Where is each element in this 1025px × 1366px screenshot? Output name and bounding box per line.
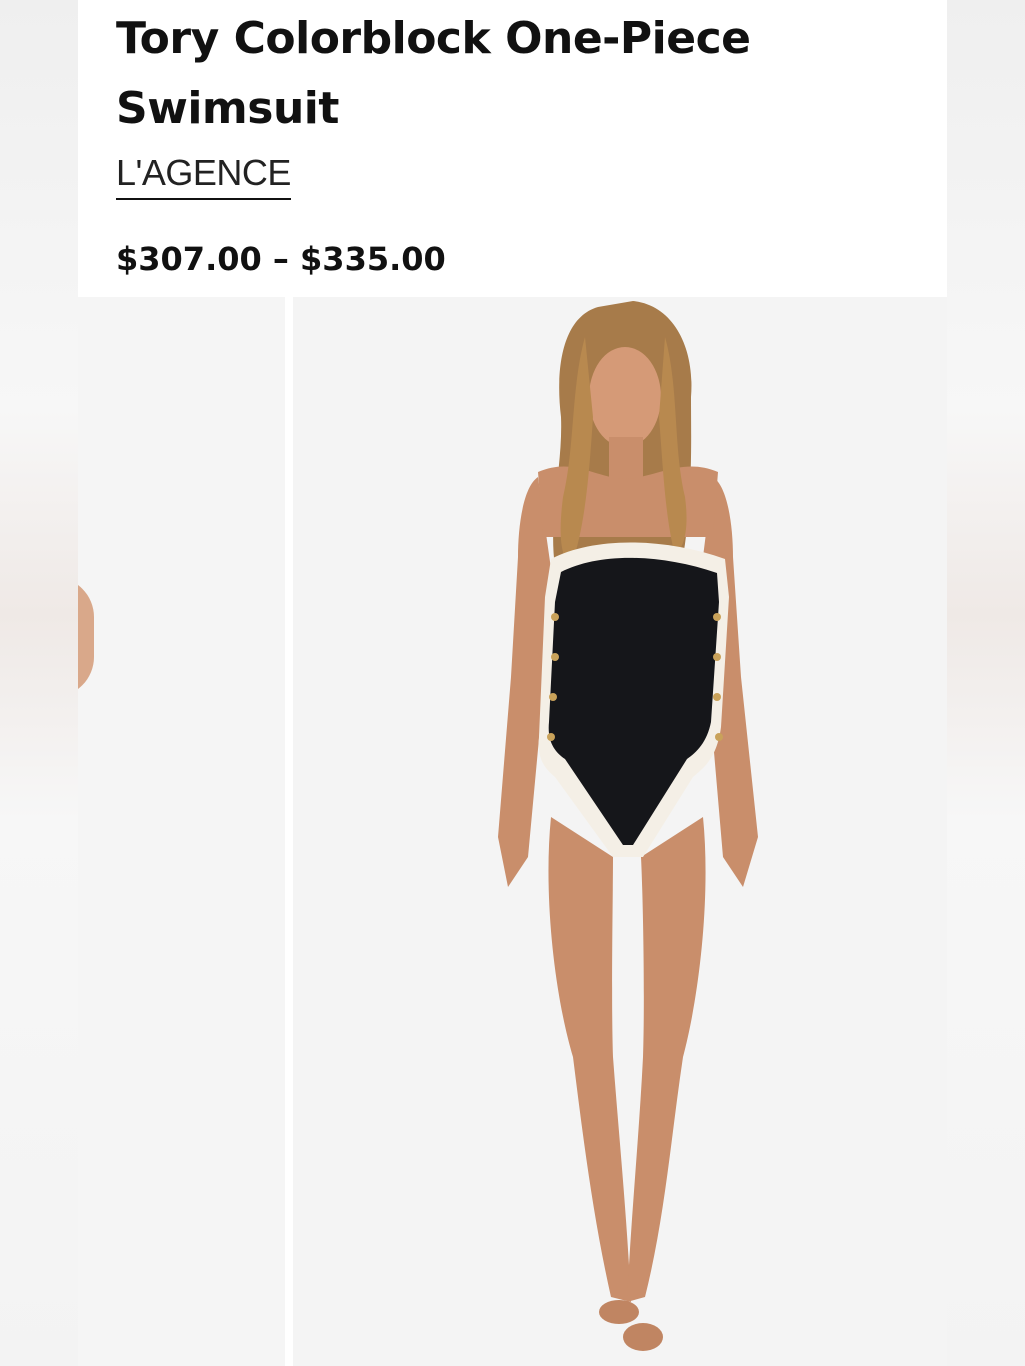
left-edge-background bbox=[0, 0, 78, 1366]
right-edge-background bbox=[947, 0, 1025, 1366]
model-photo-illustration bbox=[498, 301, 758, 1351]
product-header: Tory Colorblock One-Piece Swimsuit L'AGE… bbox=[78, 0, 947, 297]
product-title: Tory Colorblock One-Piece Swimsuit bbox=[116, 13, 751, 134]
brand-link[interactable]: L'AGENCE bbox=[116, 152, 291, 200]
model-arm-partial bbox=[78, 577, 94, 697]
price-range: $307.00 – $335.00 bbox=[116, 240, 446, 278]
image-gallery[interactable] bbox=[78, 297, 947, 1366]
main-product-image[interactable] bbox=[293, 297, 947, 1366]
previous-product-image[interactable] bbox=[78, 297, 285, 1366]
